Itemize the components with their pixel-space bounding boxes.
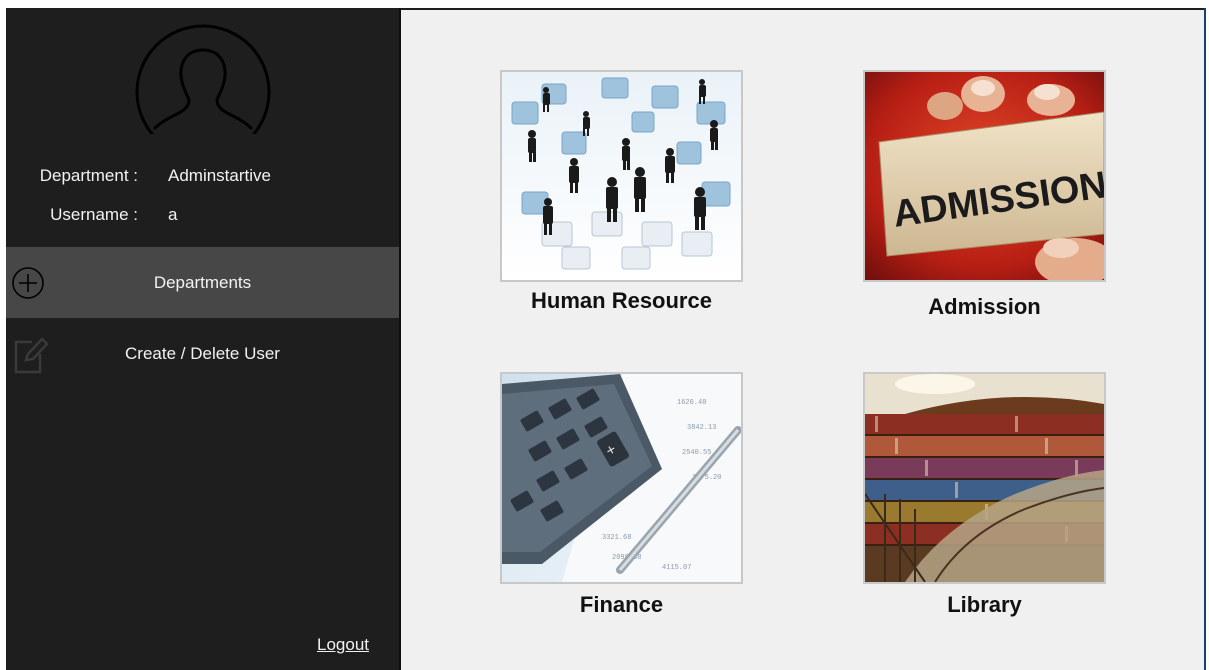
puzzle-people-image (502, 72, 741, 280)
svg-text:4115.07: 4115.07 (662, 564, 691, 572)
admission-card-image: ADMISSION (865, 72, 1104, 280)
username-value: a (168, 205, 178, 224)
window-right-border (1204, 8, 1206, 670)
svg-text:3842.13: 3842.13 (687, 424, 716, 432)
human-resource-image[interactable] (500, 70, 743, 282)
finance-image[interactable]: 1620.483842.132540.55 1875.203321.682098… (500, 372, 743, 584)
library-image[interactable] (863, 372, 1106, 584)
tile-label: Finance (579, 592, 664, 617)
nav-item-label: Create / Delete User (125, 344, 280, 363)
svg-text:2540.55: 2540.55 (682, 449, 711, 457)
nav-item-departments[interactable]: Departments (6, 247, 399, 318)
sidebar-divider (399, 8, 401, 670)
username-label: Username : (50, 205, 138, 224)
calculator-pen-image: 1620.483842.132540.55 1875.203321.682098… (502, 374, 741, 582)
department-value: Adminstartive (168, 166, 271, 185)
svg-text:1620.48: 1620.48 (677, 399, 706, 407)
sidebar: Department : Adminstartive Username : a … (6, 8, 399, 670)
admission-image[interactable]: ADMISSION (863, 70, 1106, 282)
tile-label: Human Resource (531, 288, 712, 313)
nav-item-label: Departments (153, 273, 252, 292)
bookshelves-image (865, 374, 1104, 582)
nav-item-create-delete-user[interactable]: Create / Delete User (6, 318, 399, 389)
app-window: Department : Adminstartive Username : a … (6, 8, 1206, 670)
svg-text:3321.68: 3321.68 (602, 534, 631, 542)
department-label: Department : (39, 166, 138, 185)
user-avatar-icon (135, 24, 271, 134)
tile-label: Library (947, 592, 1022, 617)
logout-link[interactable]: Logout (317, 635, 369, 655)
tile-label: Admission (928, 294, 1041, 319)
